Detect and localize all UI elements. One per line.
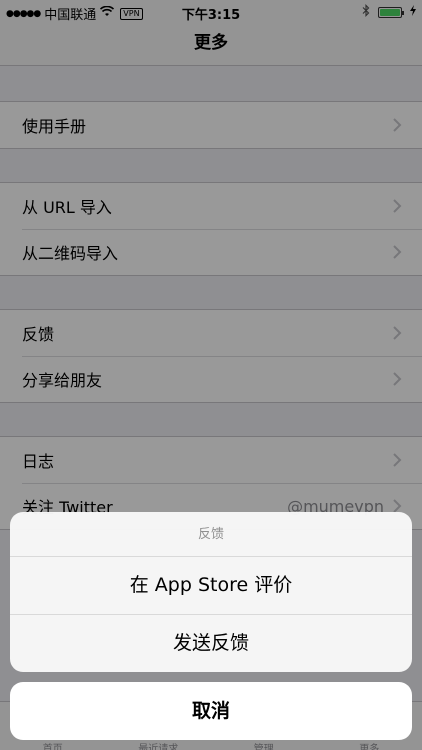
action-sheet: 反馈 在 App Store 评价 发送反馈 [10,512,412,672]
send-feedback-button[interactable]: 发送反馈 [10,614,412,671]
action-sheet-title: 反馈 [10,512,412,557]
rate-app-store-button[interactable]: 在 App Store 评价 [10,557,412,614]
cancel-button[interactable]: 取消 [10,682,412,740]
